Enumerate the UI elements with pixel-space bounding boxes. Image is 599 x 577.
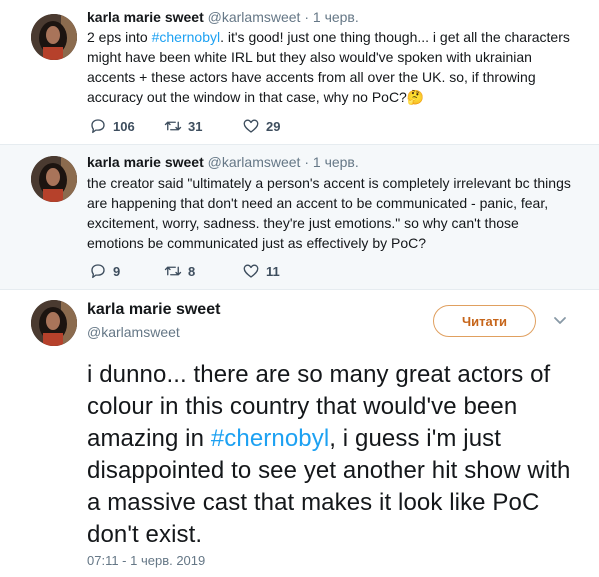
heart-icon <box>243 264 259 278</box>
separator: · <box>304 9 309 25</box>
tweet-text: the creator said "ultimately a person's … <box>87 175 571 251</box>
retweet-icon <box>164 266 182 276</box>
reply-tweet-2[interactable]: karla marie sweet @karlamsweet · 1 черв.… <box>0 144 599 290</box>
reply-button[interactable]: 106 <box>89 116 135 136</box>
author-name[interactable]: karla marie sweet <box>87 9 204 25</box>
avatar[interactable] <box>31 156 77 202</box>
reply-icon <box>91 119 105 134</box>
heart-icon <box>243 119 259 133</box>
tweet-date[interactable]: 1 черв. <box>313 154 359 170</box>
reply-count: 9 <box>113 263 121 279</box>
retweet-count: 31 <box>188 118 203 134</box>
avatar[interactable] <box>31 300 77 346</box>
like-count: 29 <box>266 118 281 134</box>
avatar[interactable] <box>31 14 77 60</box>
main-tweet: karla marie sweet @karlamsweet Читати i … <box>0 290 599 577</box>
avatar-image <box>31 300 77 346</box>
like-button[interactable]: 29 <box>242 116 280 136</box>
chevron-down-icon[interactable] <box>553 316 567 326</box>
author-name[interactable]: karla marie sweet <box>87 154 204 170</box>
avatar-image <box>31 156 77 202</box>
author-handle[interactable]: @karlamsweet <box>208 9 301 25</box>
reply-count: 106 <box>113 118 135 134</box>
retweet-count: 8 <box>188 263 196 279</box>
reply-icon <box>91 264 105 279</box>
like-count: 11 <box>266 263 280 279</box>
tweet-text: 2 eps into #chernobyl. it's good! just o… <box>87 27 577 107</box>
tweet-date[interactable]: 1 черв. <box>313 9 359 25</box>
like-button[interactable]: 11 <box>242 261 280 281</box>
separator: · <box>304 154 309 170</box>
tweet-header: karla marie sweet @karlamsweet · 1 черв. <box>87 154 359 170</box>
hashtag-link[interactable]: #chernobyl <box>211 425 329 452</box>
retweet-button[interactable]: 31 <box>164 116 202 136</box>
tweet-text-before: 2 eps into <box>87 29 152 45</box>
avatar-image <box>31 14 77 60</box>
tweet-header: karla marie sweet @karlamsweet · 1 черв. <box>87 9 359 25</box>
reply-button[interactable]: 9 <box>89 261 120 281</box>
retweet-button[interactable]: 8 <box>164 261 195 281</box>
author-handle[interactable]: @karlamsweet <box>87 324 180 340</box>
tweet-timestamp[interactable]: 07:11 - 1 черв. 2019 <box>87 553 205 568</box>
author-handle[interactable]: @karlamsweet <box>208 154 301 170</box>
retweet-icon <box>164 121 182 131</box>
hashtag-link[interactable]: #chernobyl <box>152 29 221 45</box>
main-tweet-text: i dunno... there are so many great actor… <box>87 359 587 551</box>
follow-button[interactable]: Читати <box>433 305 536 337</box>
author-name[interactable]: karla marie sweet <box>87 301 220 319</box>
reply-tweet-1[interactable]: karla marie sweet @karlamsweet · 1 черв.… <box>0 0 599 144</box>
